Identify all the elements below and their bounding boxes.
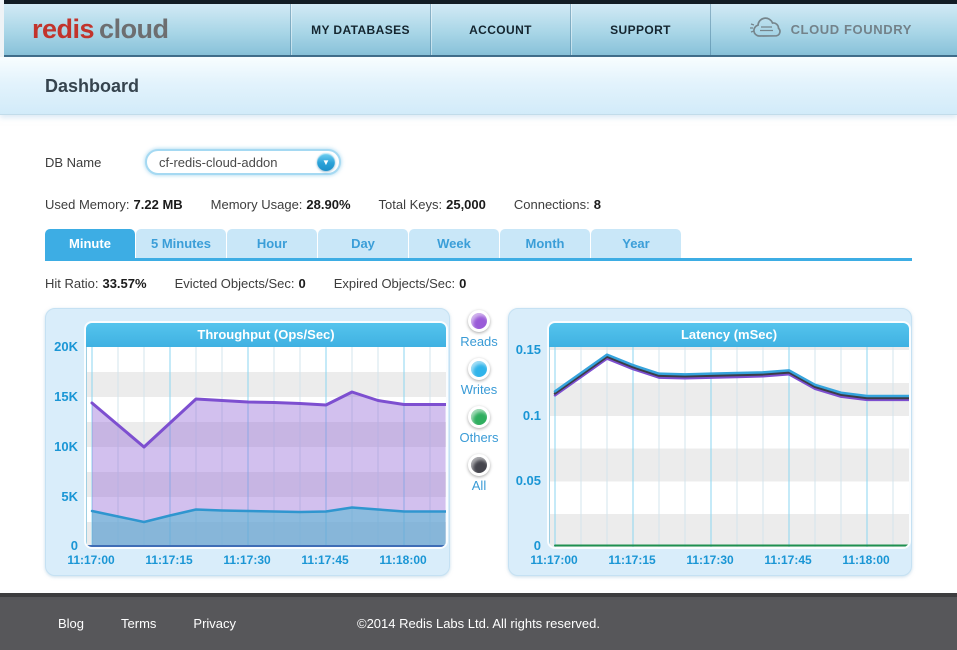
charts-row: Throughput (Ops/Sec) 20K 15K 10K 5K 0 11:17:0… [45, 308, 912, 576]
stat-used-memory: Used Memory: 7.22 MB [45, 197, 183, 212]
cloud-foundry-text: CLOUD FOUNDRY [790, 22, 912, 37]
latency-chart-box: Latency (mSec) [547, 321, 911, 549]
tab-week[interactable]: Week [409, 229, 499, 258]
y-tick-label: 0 [70, 537, 78, 553]
cloud-icon [748, 16, 784, 43]
tab-hour[interactable]: Hour [227, 229, 317, 258]
x-tick-label: 11:17:15 [608, 553, 656, 567]
tab-5-minutes[interactable]: 5 Minutes [136, 229, 226, 258]
stat-expired-objects: Expired Objects/Sec: 0 [333, 276, 467, 291]
x-tick-label: 11:17:15 [145, 553, 193, 567]
stat-hit-ratio: Hit Ratio: 33.57% [45, 276, 147, 291]
main-content: DB Name cf-redis-cloud-addon ▼ Used Memo… [45, 115, 912, 576]
cloud-foundry-logo: CLOUD FOUNDRY [748, 4, 912, 55]
throughput-plot-svg [87, 347, 446, 547]
nav-item-my-databases[interactable]: MY DATABASES [290, 4, 430, 55]
others-dot-icon[interactable] [467, 406, 490, 428]
y-tick-label: 5K [61, 489, 78, 504]
page-header-band: Dashboard [0, 57, 957, 115]
footer-links: Blog Terms Privacy [0, 616, 236, 631]
latency-chart-title: Latency (mSec) [549, 323, 909, 347]
stat-connections: Connections: 8 [513, 197, 601, 212]
legend-item-writes[interactable]: Writes [461, 358, 497, 397]
db-name-label: DB Name [45, 154, 102, 170]
all-dot-icon[interactable] [468, 454, 490, 476]
y-tick-label: 20K [54, 339, 78, 354]
writes-dot-icon[interactable] [467, 358, 490, 380]
latency-chart-panel: Latency (mSec) 0.15 0.1 0.05 0 11:17:00 11:17… [508, 308, 912, 576]
y-tick-label: 0.15 [515, 342, 541, 358]
x-tick-label: 11:17:45 [301, 553, 349, 567]
tab-year[interactable]: Year [591, 229, 681, 258]
redis-cloud-logo[interactable]: redis cloud [32, 4, 169, 55]
nav-item-support[interactable]: SUPPORT [570, 4, 711, 55]
db-name-dropdown[interactable]: cf-redis-cloud-addon ▼ [145, 149, 341, 175]
footer: Blog Terms Privacy ©2014 Redis Labs Ltd.… [0, 593, 957, 650]
db-name-value: cf-redis-cloud-addon [159, 154, 278, 170]
y-tick-label: 15K [54, 389, 78, 404]
nav-item-account[interactable]: ACCOUNT [430, 4, 570, 55]
x-tick-label: 11:17:30 [686, 553, 734, 567]
stat-memory-usage: Memory Usage: 28.90% [210, 197, 351, 212]
copyright-text: ©2014 Redis Labs Ltd. All rights reserve… [357, 616, 600, 631]
tab-day[interactable]: Day [318, 229, 408, 258]
throughput-plot [86, 347, 446, 547]
db-selector-row: DB Name cf-redis-cloud-addon ▼ [45, 149, 912, 175]
x-tick-label: 11:17:00 [67, 553, 115, 567]
x-tick-label: 11:17:00 [530, 553, 578, 567]
x-tick-label: 11:18:00 [379, 553, 427, 567]
throughput-chart-title: Throughput (Ops/Sec) [86, 323, 446, 347]
stat-evicted-objects: Evicted Objects/Sec: 0 [174, 276, 306, 291]
tab-minute[interactable]: Minute [45, 229, 135, 258]
tab-month[interactable]: Month [500, 229, 590, 258]
chart-legend: Reads Writes Others All [450, 308, 508, 576]
legend-item-others[interactable]: Others [459, 406, 499, 445]
y-tick-label: 10K [54, 439, 78, 454]
sub-stats-row: Hit Ratio: 33.57% Evicted Objects/Sec: 0 E… [45, 276, 912, 291]
stats-row: Used Memory: 7.22 MB Memory Usage: 28.90% … [45, 197, 912, 212]
y-tick-label: 0.1 [522, 407, 541, 423]
footer-link-privacy[interactable]: Privacy [193, 616, 236, 631]
x-tick-label: 11:18:00 [842, 553, 890, 567]
main-nav: MY DATABASES ACCOUNT SUPPORT [290, 4, 711, 55]
x-tick-label: 11:17:30 [223, 553, 271, 567]
throughput-chart-box: Throughput (Ops/Sec) [84, 321, 448, 549]
y-tick-label: 0 [533, 537, 541, 553]
latency-plot [549, 347, 909, 547]
latency-plot-svg [553, 347, 909, 547]
logo-redis-text: redis [32, 14, 95, 44]
stat-total-keys: Total Keys: 25,000 [378, 197, 486, 212]
chevron-down-icon[interactable]: ▼ [317, 153, 335, 171]
y-tick-label: 0.05 [515, 473, 541, 489]
reads-dot-icon[interactable] [467, 310, 490, 332]
throughput-chart-panel: Throughput (Ops/Sec) 20K 15K 10K 5K 0 11:17:0… [45, 308, 450, 576]
time-range-tabs: Minute 5 Minutes Hour Day Week Month Yea… [45, 229, 912, 261]
footer-link-terms[interactable]: Terms [121, 616, 156, 631]
legend-item-all[interactable]: All [468, 454, 490, 493]
logo-cloud-text: cloud [99, 14, 169, 44]
footer-link-blog[interactable]: Blog [58, 616, 84, 631]
top-navbar: redis cloud MY DATABASES ACCOUNT SUPPORT… [4, 4, 957, 57]
page-title: Dashboard [45, 76, 140, 96]
legend-item-reads[interactable]: Reads [460, 310, 498, 349]
x-tick-label: 11:17:45 [764, 553, 812, 567]
